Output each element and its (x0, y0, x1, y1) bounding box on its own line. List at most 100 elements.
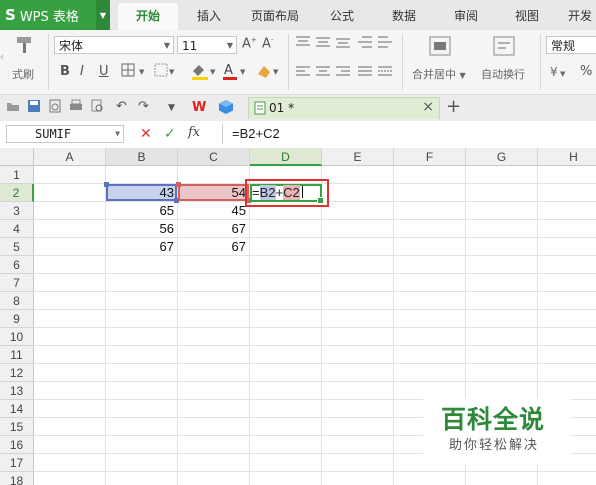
align-middle-icon[interactable] (316, 36, 330, 52)
gridline (34, 309, 596, 310)
undo-icon[interactable]: ↶ (116, 99, 127, 114)
align-center-icon[interactable] (316, 66, 330, 82)
row-header[interactable]: 8 (0, 292, 34, 310)
chevron-down-icon: ▼ (459, 71, 466, 80)
format-painter-icon[interactable] (14, 34, 36, 60)
currency-icon[interactable]: ¥ ▼ (550, 64, 572, 84)
tab-data[interactable]: 数据 (392, 0, 416, 30)
row-header[interactable]: 17 (0, 454, 34, 472)
tab-formulas[interactable]: 公式 (330, 0, 354, 30)
border-icon[interactable]: ▼ (121, 62, 151, 82)
fx-button[interactable]: fx (188, 125, 200, 140)
wrap-text-icon[interactable] (492, 34, 516, 62)
clear-format-icon[interactable]: ▼ (254, 62, 282, 84)
indent-decrease-icon[interactable] (358, 36, 372, 52)
cell-b2[interactable]: 43 (106, 184, 178, 202)
print-preview-icon[interactable] (90, 99, 104, 117)
close-tab-icon[interactable]: × (422, 99, 434, 115)
wps-logo-button[interactable]: S WPS 表格 ▼ (0, 0, 110, 30)
tab-home[interactable]: 开始 (118, 3, 178, 30)
row-header[interactable]: 14 (0, 400, 34, 418)
indent-increase-icon[interactable] (378, 36, 392, 52)
row-header[interactable]: 9 (0, 310, 34, 328)
font-name-select[interactable]: 宋体 ▼ (54, 36, 174, 54)
tab-view[interactable]: 视图 (515, 0, 539, 30)
spreadsheet-grid[interactable]: A B C D E F G H 1 2 3 4 5 6 7 8 9 10 11 … (0, 148, 596, 485)
font-size-select[interactable]: 11 ▼ (177, 36, 237, 54)
row-header[interactable]: 13 (0, 382, 34, 400)
fill-color-icon[interactable]: ▼ (190, 62, 218, 84)
merge-center-label[interactable]: 合并居中 ▼ (412, 66, 466, 82)
formula-input[interactable]: =B2+C2 (232, 126, 280, 141)
confirm-icon[interactable]: ✓ (164, 126, 176, 142)
cell-c2[interactable]: 54 (178, 184, 250, 202)
tab-insert[interactable]: 插入 (197, 0, 221, 30)
row-header[interactable]: 15 (0, 418, 34, 436)
row-header[interactable]: 16 (0, 436, 34, 454)
tab-review[interactable]: 审阅 (454, 0, 478, 30)
cell-c3[interactable]: 45 (178, 202, 250, 220)
open-folder-icon[interactable] (6, 99, 20, 117)
column-header-d[interactable]: D (250, 148, 322, 166)
align-bottom-icon[interactable] (336, 36, 350, 52)
name-box[interactable]: SUMIF ▼ (6, 125, 124, 143)
row-header[interactable]: 5 (0, 238, 34, 256)
divider (48, 34, 49, 90)
column-header-c[interactable]: C (178, 148, 250, 166)
chevron-down-icon[interactable]: ▼ (168, 103, 175, 113)
merge-border-icon[interactable]: ▼ (154, 62, 176, 82)
column-header-h[interactable]: H (538, 148, 596, 166)
align-right-icon[interactable] (336, 66, 350, 82)
row-header[interactable]: 3 (0, 202, 34, 220)
row-header[interactable]: 12 (0, 364, 34, 382)
save-as-icon[interactable] (48, 99, 62, 117)
italic-icon[interactable]: I (80, 64, 84, 79)
column-header-b[interactable]: B (106, 148, 178, 166)
row-header[interactable]: 2 (0, 184, 34, 202)
number-format-select[interactable]: 常规 (546, 36, 596, 54)
justify-icon[interactable] (358, 66, 372, 82)
cell-c5[interactable]: 67 (178, 238, 250, 256)
cell-c4[interactable]: 67 (178, 220, 250, 238)
row-header[interactable]: 7 (0, 274, 34, 292)
save-icon[interactable] (27, 99, 41, 117)
tab-developer[interactable]: 开发 (568, 0, 592, 30)
wrap-text-label[interactable]: 自动换行 (481, 66, 525, 82)
cell-b3[interactable]: 65 (106, 202, 178, 220)
wps-w-logo-icon[interactable]: W (192, 99, 208, 117)
percent-button[interactable]: % (580, 64, 592, 79)
row-header[interactable]: 10 (0, 328, 34, 346)
cell-b4[interactable]: 56 (106, 220, 178, 238)
cube-icon[interactable] (218, 99, 234, 119)
row-header[interactable]: 1 (0, 166, 34, 184)
format-painter-label[interactable]: 式刷 (12, 66, 34, 82)
chevron-down-icon[interactable]: ▼ (96, 0, 110, 30)
redo-icon[interactable]: ↷ (138, 99, 149, 114)
row-header[interactable]: 6 (0, 256, 34, 274)
bold-icon[interactable]: B (60, 64, 70, 79)
print-icon[interactable] (69, 99, 83, 117)
align-top-icon[interactable] (296, 36, 310, 52)
cancel-icon[interactable]: ✕ (140, 126, 152, 142)
distribute-icon[interactable] (378, 66, 392, 82)
ribbon-scroll-left-icon[interactable]: ‹ (0, 52, 4, 63)
align-left-icon[interactable] (296, 66, 310, 82)
new-tab-button[interactable]: + (446, 96, 461, 117)
column-header-g[interactable]: G (466, 148, 538, 166)
row-header[interactable]: 4 (0, 220, 34, 238)
document-tab[interactable]: 01 * × (248, 97, 440, 119)
merge-center-icon[interactable] (428, 34, 452, 62)
increase-font-icon[interactable]: A+ (242, 36, 257, 51)
column-header-a[interactable]: A (34, 148, 106, 166)
tab-page-layout[interactable]: 页面布局 (251, 0, 299, 30)
row-header[interactable]: 11 (0, 346, 34, 364)
underline-icon[interactable]: U (99, 64, 109, 79)
row-header[interactable]: 18 (0, 472, 34, 485)
chevron-down-icon[interactable]: ▼ (115, 126, 120, 142)
font-color-icon[interactable]: A ▼ (222, 62, 248, 84)
select-all-corner[interactable] (0, 148, 34, 166)
column-header-e[interactable]: E (322, 148, 394, 166)
decrease-font-icon[interactable]: A- (262, 36, 273, 51)
column-header-f[interactable]: F (394, 148, 466, 166)
cell-b5[interactable]: 67 (106, 238, 178, 256)
